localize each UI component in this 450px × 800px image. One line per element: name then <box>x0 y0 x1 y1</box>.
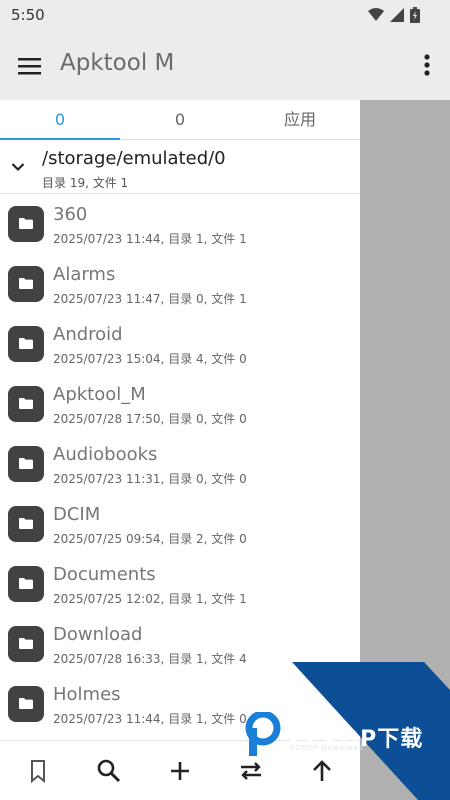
file-name: Alarms <box>53 264 116 285</box>
file-name: Holmes <box>53 684 121 705</box>
folder-icon <box>8 266 44 302</box>
wifi-icon <box>368 8 384 21</box>
more-options-icon[interactable] <box>422 52 432 80</box>
status-time: 5:50 <box>11 6 45 24</box>
file-meta: 2025/07/23 15:04, 目录 4, 文件 0 <box>53 352 247 366</box>
arrow-up-icon[interactable] <box>308 757 336 785</box>
chevron-down-icon[interactable] <box>11 162 25 172</box>
status-icons <box>368 7 420 23</box>
list-item[interactable]: Audiobooks 2025/07/23 11:31, 目录 0, 文件 0 <box>0 434 360 494</box>
file-meta: 2025/07/25 09:54, 目录 2, 文件 0 <box>53 532 247 546</box>
file-name: Apktool_M <box>53 384 146 405</box>
file-meta: 2025/07/23 11:44, 目录 1, 文件 0 <box>53 712 247 726</box>
folder-icon <box>8 626 44 662</box>
battery-icon <box>410 7 420 23</box>
folder-icon <box>8 686 44 722</box>
file-name: Documents <box>53 564 156 585</box>
file-meta: 2025/07/23 11:47, 目录 0, 文件 1 <box>53 292 247 306</box>
file-meta: 2025/07/23 11:44, 目录 1, 文件 1 <box>53 232 247 246</box>
file-name: Audiobooks <box>53 444 158 465</box>
tab-storage-1[interactable]: 0 <box>0 100 120 140</box>
folder-icon <box>8 446 44 482</box>
folder-icon <box>8 386 44 422</box>
folder-icon <box>8 206 44 242</box>
list-item[interactable]: Apktool_M 2025/07/28 17:50, 目录 0, 文件 0 <box>0 374 360 434</box>
file-meta: 2025/07/28 17:50, 目录 0, 文件 0 <box>53 412 247 426</box>
file-meta: 2025/07/23 11:31, 目录 0, 文件 0 <box>53 472 247 486</box>
current-path: /storage/emulated/0 <box>42 148 226 169</box>
list-item[interactable]: Download 2025/07/28 16:33, 目录 1, 文件 4 <box>0 614 360 674</box>
watermark-sub: PCPOP Download <box>290 744 365 752</box>
bookmark-icon[interactable] <box>24 757 52 785</box>
list-item[interactable]: 360 2025/07/23 11:44, 目录 1, 文件 1 <box>0 194 360 254</box>
side-panel-overlay[interactable] <box>360 100 450 800</box>
file-name: Android <box>53 324 123 345</box>
status-bar: 5:50 <box>0 0 450 32</box>
path-summary: 目录 19, 文件 1 <box>42 176 129 190</box>
list-item[interactable]: Alarms 2025/07/23 11:47, 目录 0, 文件 1 <box>0 254 360 314</box>
folder-icon <box>8 566 44 602</box>
pcpop-logo-mark <box>245 712 281 756</box>
folder-icon <box>8 326 44 362</box>
tab-apps[interactable]: 应用 <box>240 100 360 139</box>
file-panel: 0 0 应用 /storage/emulated/0 目录 19, 文件 1 3… <box>0 100 360 740</box>
file-name: 360 <box>53 204 88 225</box>
folder-icon <box>8 506 44 542</box>
path-header[interactable]: /storage/emulated/0 目录 19, 文件 1 <box>0 142 360 194</box>
tab-storage-2[interactable]: 0 <box>120 100 240 139</box>
file-name: Download <box>53 624 143 645</box>
swap-icon[interactable] <box>237 757 265 785</box>
file-meta: 2025/07/28 16:33, 目录 1, 文件 4 <box>53 652 247 666</box>
search-icon[interactable] <box>95 757 123 785</box>
file-list: 360 2025/07/23 11:44, 目录 1, 文件 1 Alarms … <box>0 194 360 734</box>
app-title: Apktool M <box>60 50 175 76</box>
tab-bar: 0 0 应用 <box>0 100 360 140</box>
file-name: DCIM <box>53 504 101 525</box>
list-item[interactable]: Documents 2025/07/25 12:02, 目录 1, 文件 1 <box>0 554 360 614</box>
menu-icon[interactable] <box>17 54 43 78</box>
list-item[interactable]: Android 2025/07/23 15:04, 目录 4, 文件 0 <box>0 314 360 374</box>
add-icon[interactable] <box>166 757 194 785</box>
list-item[interactable]: DCIM 2025/07/25 09:54, 目录 2, 文件 0 <box>0 494 360 554</box>
file-meta: 2025/07/25 12:02, 目录 1, 文件 1 <box>53 592 247 606</box>
app-bar: Apktool M <box>0 32 450 100</box>
cell-signal-icon <box>390 8 404 22</box>
